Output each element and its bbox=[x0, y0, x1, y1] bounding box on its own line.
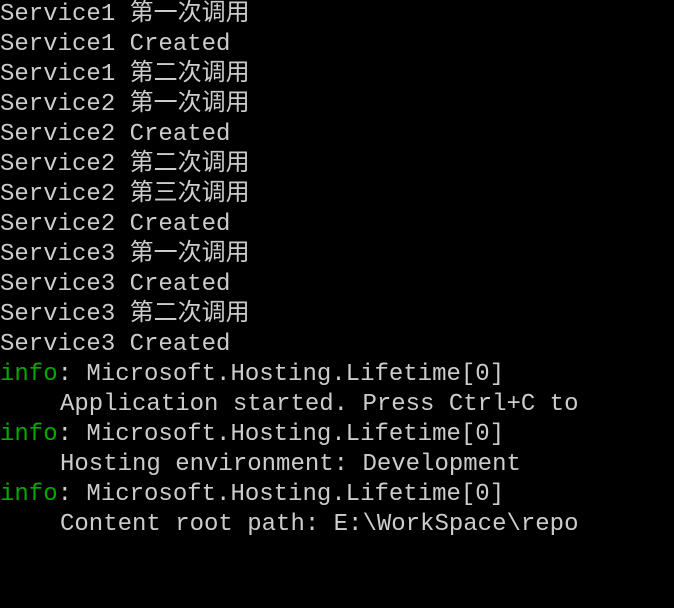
log-line: Service2 Created bbox=[0, 120, 674, 150]
log-line: Service1 第一次调用 bbox=[0, 0, 674, 30]
info-line: info: Microsoft.Hosting.Lifetime[0] bbox=[0, 480, 674, 510]
info-message: Hosting environment: Development bbox=[0, 450, 674, 480]
info-tag: info bbox=[0, 421, 58, 448]
info-source: Microsoft.Hosting.Lifetime[0] bbox=[86, 421, 504, 448]
info-source: Microsoft.Hosting.Lifetime[0] bbox=[86, 361, 504, 388]
info-message: Application started. Press Ctrl+C to bbox=[0, 390, 674, 420]
log-line: Service3 Created bbox=[0, 270, 674, 300]
log-line: Service2 第一次调用 bbox=[0, 90, 674, 120]
info-message: Content root path: E:\WorkSpace\repo bbox=[0, 510, 674, 540]
log-line: Service2 第三次调用 bbox=[0, 180, 674, 210]
info-line: info: Microsoft.Hosting.Lifetime[0] bbox=[0, 360, 674, 390]
info-tag: info bbox=[0, 361, 58, 388]
info-source: Microsoft.Hosting.Lifetime[0] bbox=[86, 481, 504, 508]
terminal-output: Service1 第一次调用 Service1 Created Service1… bbox=[0, 0, 674, 540]
info-colon: : bbox=[58, 421, 87, 448]
log-line: Service3 第二次调用 bbox=[0, 300, 674, 330]
log-line: Service3 第一次调用 bbox=[0, 240, 674, 270]
info-colon: : bbox=[58, 361, 87, 388]
log-line: Service3 Created bbox=[0, 330, 674, 360]
log-line: Service1 第二次调用 bbox=[0, 60, 674, 90]
log-line: Service1 Created bbox=[0, 30, 674, 60]
log-line: Service2 Created bbox=[0, 210, 674, 240]
info-colon: : bbox=[58, 481, 87, 508]
info-line: info: Microsoft.Hosting.Lifetime[0] bbox=[0, 420, 674, 450]
log-line: Service2 第二次调用 bbox=[0, 150, 674, 180]
info-tag: info bbox=[0, 481, 58, 508]
